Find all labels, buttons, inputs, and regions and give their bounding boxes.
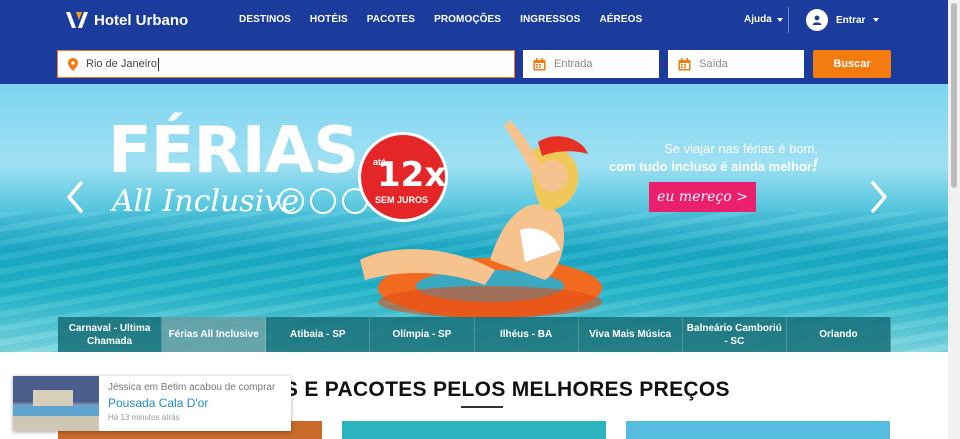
location-pin-icon: [68, 57, 78, 71]
cta-button[interactable]: eu mereço >: [649, 182, 756, 212]
calendar-icon: [533, 57, 546, 71]
deal-card[interactable]: [342, 421, 606, 439]
tab-olimpia[interactable]: Olímpia - SP: [370, 317, 475, 352]
hero-banner[interactable]: FÉRIAS All Inclusive até 12x SEM JUROS S…: [0, 84, 948, 352]
checkin-input[interactable]: Entrada: [523, 50, 659, 78]
installments-badge: até 12x SEM JUROS: [358, 132, 448, 222]
login-menu[interactable]: Entrar: [806, 9, 880, 31]
tab-orlando[interactable]: Orlando: [787, 317, 891, 352]
hero-subheadline: All Inclusive: [112, 184, 299, 219]
title-underline: [461, 406, 503, 408]
tab-ilheus[interactable]: Ilhéus - BA: [475, 317, 579, 352]
help-menu[interactable]: Ajuda: [744, 14, 783, 25]
login-label: Entrar: [836, 14, 866, 26]
nav-aereos[interactable]: AÉREOS: [599, 14, 642, 25]
chevron-right-icon[interactable]: [868, 180, 890, 214]
badge-suffix: SEM JUROS: [375, 195, 429, 205]
notification-time: Há 13 minutos atrás: [108, 413, 180, 422]
scrollbar-thumb[interactable]: [951, 3, 957, 188]
cocktail-icon: [278, 188, 304, 214]
nav-ingressos[interactable]: INGRESSOS: [520, 14, 580, 25]
nav-pacotes[interactable]: PACOTES: [367, 14, 415, 25]
nav-promocoes[interactable]: PROMOÇÕES: [434, 14, 501, 25]
hotel-thumbnail: [13, 376, 99, 431]
checkout-input[interactable]: Saída: [668, 50, 804, 78]
tab-atibaia[interactable]: Atibaia - SP: [266, 317, 371, 352]
user-icon: [806, 9, 828, 31]
header-divider: [788, 7, 789, 33]
hotel-urbano-logo[interactable]: Hotel Urbano: [64, 9, 188, 31]
logo-mark-icon: [66, 12, 88, 28]
deal-card[interactable]: [626, 421, 890, 439]
purchase-notification[interactable]: Jéssica em Betim acabou de comprar Pousa…: [13, 376, 291, 431]
logo-text: Hotel Urbano: [94, 11, 189, 29]
badge-value: 12x: [377, 155, 447, 195]
hero-headline: FÉRIAS: [108, 114, 359, 188]
notification-buyer: Jéssica em Betim acabou de comprar: [108, 382, 276, 393]
tab-ferias-all-inclusive[interactable]: Férias All Inclusive: [162, 317, 267, 352]
destination-input[interactable]: Rio de Janeiro: [57, 50, 515, 78]
calendar-icon: [678, 57, 691, 71]
destination-value: Rio de Janeiro: [86, 58, 157, 70]
nav-hoteis[interactable]: HOTÉIS: [310, 14, 348, 25]
notification-hotel-link[interactable]: Pousada Cala D'or: [108, 396, 275, 410]
hero-tagline: Se viajar nas férias é bom, com tudo inc…: [590, 140, 818, 175]
carousel-tabs: Carnaval - Ultima Chamada Férias All Inc…: [58, 317, 891, 352]
checkout-placeholder: Saída: [699, 58, 728, 70]
chevron-left-icon[interactable]: [64, 180, 86, 214]
tab-balneario-camboriu[interactable]: Balneário Camboriú - SC: [683, 317, 787, 352]
tab-carnaval[interactable]: Carnaval - Ultima Chamada: [58, 317, 163, 352]
checkin-placeholder: Entrada: [554, 58, 593, 70]
notification-body: Jéssica em Betim acabou de comprar Pousa…: [99, 376, 275, 431]
chevron-down-icon: [776, 17, 783, 22]
amenity-icons: [278, 188, 368, 214]
tagline-line-2: com tudo incluso é ainda melhor: [609, 159, 812, 174]
chevron-down-icon: [873, 18, 880, 22]
search-button[interactable]: Buscar: [813, 50, 891, 78]
help-label: Ajuda: [744, 14, 772, 25]
tab-viva-mais-musica[interactable]: Viva Mais Música: [579, 317, 683, 352]
top-header: Hotel Urbano DESTINOS HOTÉIS PACOTES PRO…: [0, 0, 948, 42]
main-nav: DESTINOS HOTÉIS PACOTES PROMOÇÕES INGRES…: [239, 14, 661, 25]
cutlery-icon: [310, 188, 336, 214]
nav-destinos[interactable]: DESTINOS: [239, 14, 291, 25]
tagline-line-1: Se viajar nas férias é bom,: [664, 141, 818, 156]
